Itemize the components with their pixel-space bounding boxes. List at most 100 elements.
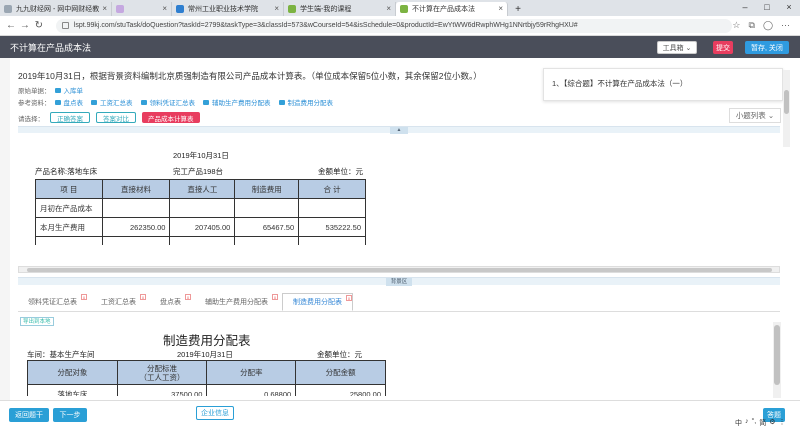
tab-overhead-allocation[interactable]: 制造费用分配表 x — [282, 293, 353, 311]
minimize-icon[interactable]: – — [734, 0, 756, 16]
close-tab-icon[interactable]: x — [140, 294, 146, 300]
background-label[interactable]: 背景区 — [386, 278, 412, 286]
back-to-question-button[interactable]: 返回题干 — [9, 408, 49, 422]
collapse-divider[interactable]: ▲ — [18, 126, 780, 134]
company-info-button[interactable]: 企业信息 — [196, 406, 234, 420]
original-doc-link[interactable]: 入库单 — [54, 85, 83, 95]
system-tray: 中 ♪ °, 简 ⚙ ⋮ — [735, 418, 786, 428]
next-step-button[interactable]: 下一步 — [53, 408, 87, 422]
tab-aux-allocation[interactable]: 辅助生产费用分配表 x — [195, 293, 278, 311]
collections-icon[interactable]: ⧉ — [749, 20, 755, 31]
table-cell: 0.68800 — [206, 384, 297, 396]
close-tab-icon[interactable]: x — [81, 294, 87, 300]
browser-tab-bar: 九九财经网 - 网中网财经教 × × 常州工业职业技术学院 × 学生端-我的课程 × … — [0, 0, 800, 16]
footer-bar: 返回题干 下一步 企业信息 答题 — [0, 400, 800, 430]
answer-sheet: 2019年10月31日 产品名称:落地车床 完工产品198台 金额单位：元 项 … — [18, 138, 780, 264]
ref-link[interactable]: 辅助生产费用分配表 — [203, 97, 271, 107]
close-tab-icon[interactable]: × — [274, 4, 279, 13]
cell-input[interactable] — [298, 198, 366, 218]
close-tab-icon[interactable]: x — [346, 295, 352, 301]
question-list-button[interactable]: 小题列表 ⌄ — [729, 108, 781, 123]
background-divider[interactable]: 背景区 — [18, 277, 780, 286]
ref-link[interactable]: 制造费用分配表 — [278, 97, 333, 107]
collapse-up-icon[interactable]: ▲ — [390, 127, 408, 134]
cost-table: 项 目 直接材料 直接人工 制造费用 合 计 月初在产品成本 本月生产费用 26… — [35, 179, 366, 245]
reload-icon[interactable]: ↻ — [32, 20, 46, 31]
close-tab-icon[interactable]: x — [272, 294, 278, 300]
question-item-panel[interactable]: 1、【综合题】不计算在产品成本法（一） — [543, 68, 783, 101]
scrollbar[interactable] — [783, 70, 790, 147]
ime-punct-icon[interactable]: °, — [752, 418, 757, 428]
save-close-button[interactable]: 暂存, 关闭 — [745, 41, 789, 54]
cell-input[interactable] — [234, 198, 300, 218]
maximize-icon[interactable]: □ — [756, 0, 778, 16]
tab-material-summary[interactable]: 领料凭证汇总表 x — [18, 293, 87, 311]
column-header: 合 计 — [298, 179, 366, 199]
ime-mode-icon[interactable]: 中 — [735, 418, 742, 428]
browser-tab[interactable]: 学生端-我的课程 × — [284, 2, 396, 16]
ime-simplified-icon[interactable]: 简 — [759, 418, 766, 428]
favorite-icon[interactable]: ☆ — [732, 20, 740, 31]
column-header: 分配标准 （工人工资） — [116, 360, 208, 385]
correct-answer-button[interactable]: 正确答案 — [50, 112, 90, 123]
column-header: 项 目 — [35, 179, 103, 199]
question-text: 2019年10月31日，根据背景资料编制北京质强制造有限公司产品成本计算表。（单… — [18, 71, 482, 81]
horizontal-scrollbar[interactable] — [18, 266, 780, 273]
table-cell: 37500.00 — [116, 384, 208, 396]
cell-input[interactable]: 65467.50 — [234, 217, 300, 237]
close-window-icon[interactable]: × — [778, 0, 800, 16]
close-tab-icon[interactable]: × — [498, 4, 503, 13]
toolbox-button[interactable]: 工具箱 ⌄ — [657, 41, 697, 54]
table-header-row: 分配对象 分配标准 （工人工资） 分配率 分配金额 — [27, 360, 386, 385]
scrollbar-thumb[interactable] — [27, 268, 772, 272]
browser-tab[interactable]: 常州工业职业技术学院 × — [172, 2, 284, 16]
ref-link[interactable]: 工资汇总表 — [91, 97, 133, 107]
close-tab-icon[interactable]: x — [185, 294, 191, 300]
row-label: 月初在产品成本 — [35, 198, 103, 218]
answer-compare-button[interactable]: 答案对比 — [96, 112, 136, 123]
browser-tab[interactable]: 九九财经网 - 网中网财经教 × — [0, 2, 112, 16]
close-tab-icon[interactable]: × — [102, 4, 107, 13]
tag-icon — [140, 99, 147, 105]
forward-icon[interactable]: → — [18, 20, 32, 31]
address-bar: ← → ↻ lspt.99kj.com/stuTask/doQuestion?t… — [0, 16, 800, 36]
browser-tab[interactable]: × — [112, 2, 172, 16]
tab-wage-summary[interactable]: 工资汇总表 x — [91, 293, 146, 311]
scrollbar-thumb[interactable] — [774, 325, 780, 385]
cell-input[interactable]: 207405.00 — [169, 217, 236, 237]
column-header: 分配率 — [206, 360, 297, 385]
site-icon — [4, 5, 12, 13]
url-field[interactable]: lspt.99kj.com/stuTask/doQuestion?taskId=… — [55, 18, 733, 33]
ref-link[interactable]: 盘点表 — [54, 97, 83, 107]
close-tab-icon[interactable]: × — [162, 4, 167, 13]
cell-input[interactable] — [169, 198, 236, 218]
tag-icon — [278, 99, 285, 105]
overhead-table: 分配对象 分配标准 （工人工资） 分配率 分配金额 落地车床 37500.00 … — [27, 360, 386, 396]
new-tab-button[interactable]: + — [508, 2, 528, 16]
ime-more-icon[interactable]: ⋮ — [779, 418, 786, 428]
cell-input[interactable] — [101, 198, 171, 218]
ime-settings-icon[interactable]: ⚙ — [769, 418, 775, 428]
export-button[interactable]: 导出到本地 — [20, 317, 54, 326]
more-icon[interactable]: ⋯ — [781, 20, 790, 31]
tab-inventory[interactable]: 盘点表 x — [150, 293, 191, 311]
browser-tab-active[interactable]: 不计算在产品成本法 × — [396, 2, 508, 16]
scrollbar[interactable] — [773, 322, 781, 398]
tag-icon — [203, 99, 209, 105]
table-row: 落地车床 37500.00 0.68800 25800.00 — [27, 384, 386, 396]
sheet-unit: 金额单位：元 — [317, 350, 362, 359]
scrollbar-thumb[interactable] — [784, 90, 789, 114]
back-icon[interactable]: ← — [4, 20, 18, 31]
submit-button[interactable]: 提交 — [713, 41, 733, 54]
cost-table-button[interactable]: 产品成本计算表 — [142, 112, 200, 123]
profile-icon[interactable]: ◯ — [763, 20, 773, 31]
column-header: 直接人工 — [169, 179, 236, 199]
ime-sound-icon[interactable]: ♪ — [745, 418, 749, 428]
close-tab-icon[interactable]: × — [386, 4, 391, 13]
cell-input[interactable]: 535222.50 — [298, 217, 366, 237]
column-header: 分配金额 — [295, 360, 386, 385]
question-item[interactable]: 1、【综合题】不计算在产品成本法（一） — [552, 79, 687, 88]
ref-link[interactable]: 领料凭证汇总表 — [140, 97, 195, 107]
cell-input[interactable]: 262350.00 — [101, 217, 171, 237]
finished-qty: 完工产品198台 — [173, 167, 224, 176]
